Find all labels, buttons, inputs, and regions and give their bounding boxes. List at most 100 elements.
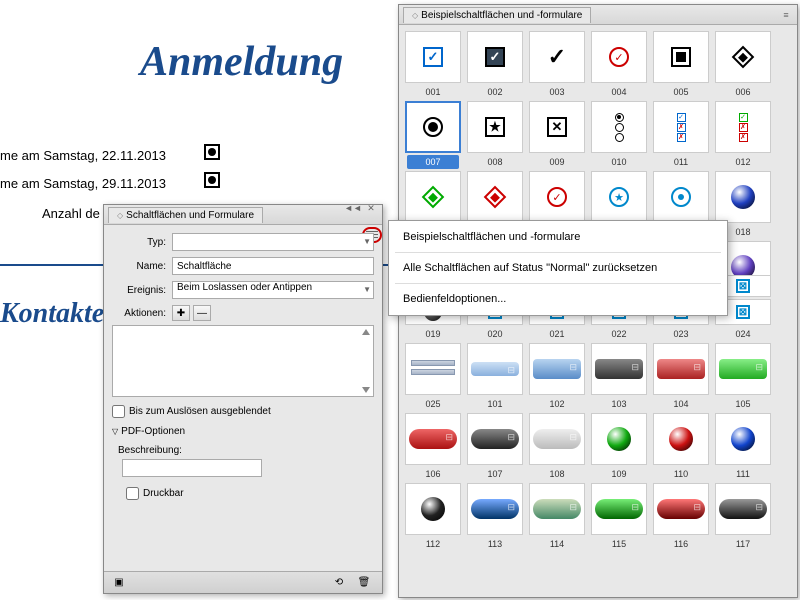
panel-close-icon[interactable]: ✕ bbox=[364, 201, 378, 215]
sample-112[interactable] bbox=[405, 483, 461, 535]
radio-icon bbox=[204, 172, 220, 188]
sample-101[interactable] bbox=[467, 343, 523, 395]
label: 005 bbox=[653, 85, 709, 99]
preview-icon[interactable]: ▣ bbox=[110, 575, 128, 591]
type-dropdown[interactable]: ▼ bbox=[172, 233, 374, 251]
label: 103 bbox=[591, 397, 647, 411]
sample-002[interactable]: ✓ bbox=[467, 31, 523, 83]
panel-collapse-icon[interactable]: ◄◄ bbox=[346, 201, 360, 215]
label: 102 bbox=[529, 397, 585, 411]
sample-018[interactable] bbox=[715, 171, 771, 223]
panel-tab[interactable]: ◇ Beispielschaltflächen und -formulare bbox=[403, 7, 591, 23]
flyout-menu: Beispielschaltflächen und -formulare All… bbox=[388, 220, 728, 316]
label: 110 bbox=[653, 467, 709, 481]
type-label: Typ: bbox=[112, 237, 172, 248]
sample-014[interactable] bbox=[467, 171, 523, 223]
label: 115 bbox=[591, 537, 647, 551]
sample-003[interactable]: ✓ bbox=[529, 31, 585, 83]
label: 007 bbox=[407, 155, 459, 169]
panel-title: Schaltflächen und Formulare bbox=[126, 210, 254, 221]
printable-checkbox[interactable] bbox=[126, 487, 139, 500]
label: 004 bbox=[591, 85, 647, 99]
convert-icon[interactable]: ⟲ bbox=[330, 575, 348, 591]
sample-111[interactable] bbox=[715, 413, 771, 465]
description-label: Beschreibung: bbox=[118, 445, 374, 456]
printable-label: Druckbar bbox=[143, 488, 184, 499]
sample-017[interactable] bbox=[653, 171, 709, 223]
doc-text-line-2: me am Samstag, 29.11.2013 bbox=[0, 176, 166, 191]
doc-text-line-1: me am Samstag, 22.11.2013 bbox=[0, 148, 166, 163]
sample-102[interactable] bbox=[529, 343, 585, 395]
sample-011[interactable]: ✓✗✗ bbox=[653, 101, 709, 153]
doc-title: Anmeldung bbox=[140, 38, 343, 86]
label: 008 bbox=[467, 155, 523, 169]
menu-item-panel-options[interactable]: Bedienfeldoptionen... bbox=[389, 287, 727, 311]
label: 011 bbox=[653, 155, 709, 169]
panel-header[interactable]: ◇ Schaltflächen und Formulare bbox=[104, 205, 382, 225]
sample-117[interactable] bbox=[715, 483, 771, 535]
label: 106 bbox=[405, 467, 461, 481]
sample-025[interactable] bbox=[405, 343, 461, 395]
sample-116[interactable] bbox=[653, 483, 709, 535]
menu-item-samples[interactable]: Beispielschaltflächen und -formulare bbox=[389, 225, 727, 249]
sample-004[interactable]: ✓ bbox=[591, 31, 647, 83]
pdf-options-section[interactable]: PDF-Optionen bbox=[112, 426, 374, 437]
sample-104[interactable] bbox=[653, 343, 709, 395]
sample-006[interactable] bbox=[715, 31, 771, 83]
label: 022 bbox=[591, 327, 647, 341]
add-action-button[interactable]: ✚ bbox=[172, 305, 190, 321]
event-dropdown[interactable]: Beim Loslassen oder Antippen ▼ bbox=[172, 281, 374, 299]
actions-list[interactable] bbox=[112, 325, 374, 397]
label: 025 bbox=[405, 397, 461, 411]
name-label: Name: bbox=[112, 261, 172, 272]
label: 002 bbox=[467, 85, 523, 99]
sample-009[interactable]: ✕ bbox=[529, 101, 585, 153]
hidden-until-trigger-checkbox[interactable] bbox=[112, 405, 125, 418]
sample-115[interactable] bbox=[591, 483, 647, 535]
label: 114 bbox=[529, 537, 585, 551]
description-input[interactable] bbox=[122, 459, 262, 477]
sample-113[interactable] bbox=[467, 483, 523, 535]
name-input[interactable] bbox=[172, 257, 374, 275]
sample-005[interactable] bbox=[653, 31, 709, 83]
scroll-down-icon[interactable] bbox=[362, 387, 370, 393]
sample-114[interactable] bbox=[529, 483, 585, 535]
label: 021 bbox=[529, 327, 585, 341]
label: 012 bbox=[715, 155, 771, 169]
trash-icon[interactable]: 🗑 bbox=[355, 575, 373, 591]
sample-007[interactable] bbox=[405, 101, 461, 153]
panel-title: Beispielschaltflächen und -formulare bbox=[421, 10, 582, 21]
grip-icon: ◇ bbox=[412, 11, 418, 20]
sample-010[interactable] bbox=[591, 101, 647, 153]
flyout-menu-icon[interactable]: ≡ bbox=[779, 8, 793, 22]
grip-icon: ◇ bbox=[117, 211, 123, 220]
sample-016[interactable]: ★ bbox=[591, 171, 647, 223]
chevron-down-icon: ▼ bbox=[363, 285, 371, 294]
label: 111 bbox=[715, 467, 771, 481]
label: 105 bbox=[715, 397, 771, 411]
sample-109[interactable] bbox=[591, 413, 647, 465]
panel-header[interactable]: ◇ Beispielschaltflächen und -formulare ≡ bbox=[399, 5, 797, 25]
sample-013[interactable] bbox=[405, 171, 461, 223]
label: 023 bbox=[653, 327, 709, 341]
sample-012[interactable]: ✓✗✗ bbox=[715, 101, 771, 153]
sample-106[interactable] bbox=[405, 413, 461, 465]
label: 010 bbox=[591, 155, 647, 169]
menu-item-reset-normal[interactable]: Alle Schaltflächen auf Status "Normal" z… bbox=[389, 256, 727, 280]
sample-108[interactable] bbox=[529, 413, 585, 465]
sample-107[interactable] bbox=[467, 413, 523, 465]
scroll-up-icon[interactable] bbox=[362, 329, 370, 335]
label: 108 bbox=[529, 467, 585, 481]
remove-action-button[interactable]: — bbox=[193, 305, 211, 321]
sample-103[interactable] bbox=[591, 343, 647, 395]
hidden-label: Bis zum Auslösen ausgeblendet bbox=[129, 406, 271, 417]
sample-105[interactable] bbox=[715, 343, 771, 395]
sample-008[interactable]: ★ bbox=[467, 101, 523, 153]
sample-015[interactable]: ✓ bbox=[529, 171, 585, 223]
label: 019 bbox=[405, 327, 461, 341]
sample-110[interactable] bbox=[653, 413, 709, 465]
panel-tab[interactable]: ◇ Schaltflächen und Formulare bbox=[108, 207, 263, 223]
sample-001[interactable]: ✓ bbox=[405, 31, 461, 83]
panel-footer: ▣ ⟲ 🗑 bbox=[104, 571, 382, 593]
label: 116 bbox=[653, 537, 709, 551]
